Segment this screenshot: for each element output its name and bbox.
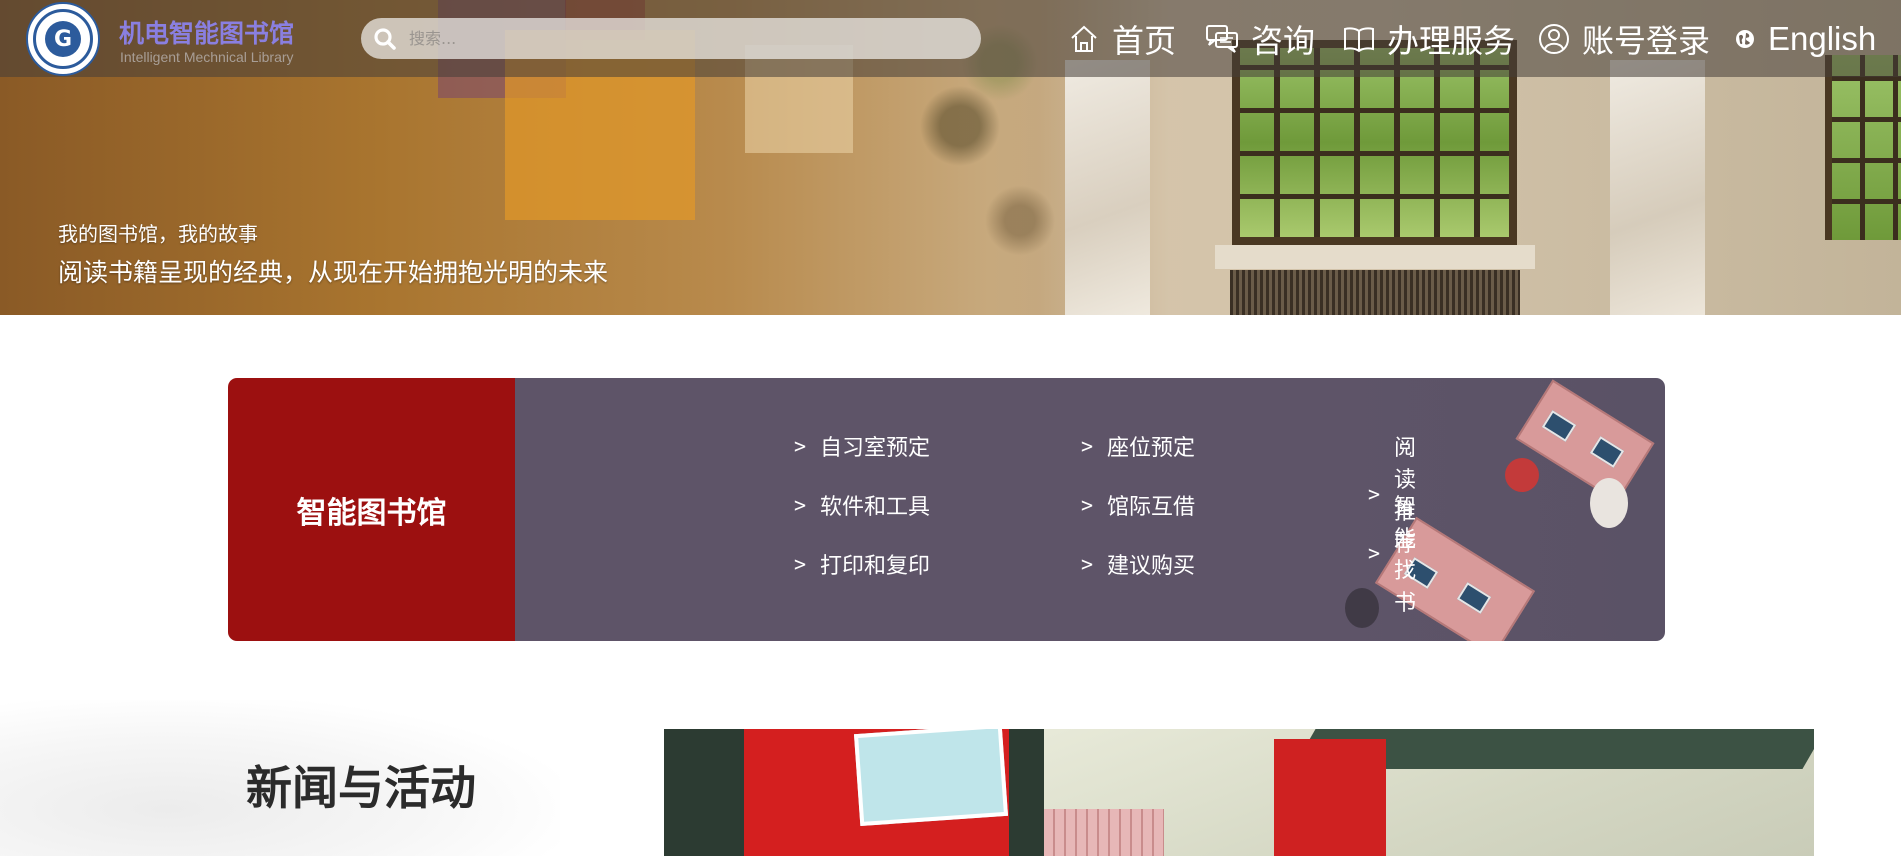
search-bar — [361, 18, 981, 59]
link-study-room-booking[interactable]: > 自习室预定 — [794, 430, 930, 462]
search-icon[interactable] — [361, 18, 409, 59]
brand-name-cn[interactable]: 机电智能图书馆 — [119, 14, 294, 50]
image-shelf-sign — [853, 729, 1009, 827]
logo-emblem-icon: G — [45, 21, 81, 57]
search-input[interactable] — [409, 29, 949, 48]
nav-login[interactable]: 账号登录 — [1538, 14, 1710, 64]
person-illustration — [1590, 478, 1628, 528]
link-software-tools[interactable]: > 软件和工具 — [794, 489, 930, 521]
link-label: 馆际互借 — [1107, 495, 1196, 520]
hero-marble-column — [1610, 60, 1705, 315]
link-purchase-suggestion[interactable]: > 建议购买 — [1081, 548, 1195, 580]
hero-window-sill — [1215, 245, 1535, 269]
nav-login-label: 账号登录 — [1582, 22, 1711, 60]
link-label: 自习室预定 — [820, 436, 931, 461]
news-featured-image[interactable] — [664, 729, 1814, 856]
link-print-copy[interactable]: > 打印和复印 — [794, 548, 930, 580]
nav-consult-label: 咨询 — [1251, 22, 1316, 60]
hero-subtitle: 我的图书馆，我的故事 — [58, 222, 258, 246]
logo-ring: G — [33, 9, 93, 69]
hero-radiator-grille — [1230, 270, 1520, 315]
link-label: 座位预定 — [1107, 436, 1196, 461]
nav-home-label: 首页 — [1112, 22, 1177, 60]
home-icon — [1068, 23, 1100, 55]
globe-icon — [1734, 28, 1756, 50]
link-interlibrary-loan[interactable]: > 馆际互借 — [1081, 489, 1195, 521]
nav-home[interactable]: 首页 — [1068, 14, 1176, 64]
user-account-icon — [1538, 23, 1570, 55]
smart-library-panel: 智能图书馆 > 自习室预定 > 座位预定 > 阅读推荐 > 软件和工具 > 馆际… — [228, 378, 1665, 641]
link-label: 打印和复印 — [820, 554, 931, 579]
image-red-bookshelf — [1274, 739, 1386, 856]
link-label: 建议购买 — [1107, 554, 1196, 579]
nav-language-label: English — [1768, 20, 1877, 57]
smart-library-links: > 自习室预定 > 座位预定 > 阅读推荐 > 软件和工具 > 馆际互借 > 智… — [515, 378, 1416, 641]
nav-service-label: 办理服务 — [1387, 22, 1516, 60]
chevron-right-icon: > — [794, 493, 807, 517]
nav-language-english[interactable]: English — [1734, 14, 1876, 64]
link-seat-booking[interactable]: > 座位预定 — [1081, 430, 1195, 462]
chevron-right-icon: > — [1081, 434, 1094, 458]
chair-illustration — [1505, 458, 1539, 492]
chevron-right-icon: > — [794, 434, 807, 458]
nav-consult[interactable]: 咨询 — [1205, 14, 1315, 64]
hero-window-image — [1825, 55, 1901, 240]
news-section-title: 新闻与活动 — [246, 761, 476, 815]
chevron-right-icon: > — [794, 552, 807, 576]
chevron-right-icon: > — [1368, 541, 1381, 565]
top-navigation-bar: G 机电智能图书馆 Intelligent Mechnical Library … — [0, 0, 1901, 77]
link-label: 软件和工具 — [820, 495, 931, 520]
link-label: 智能找书 — [1394, 495, 1417, 616]
link-smart-book-finder[interactable]: > 智能找书 — [1368, 489, 1416, 617]
library-logo[interactable]: G — [26, 2, 100, 76]
chevron-right-icon: > — [1081, 552, 1094, 576]
chat-bubbles-icon — [1205, 24, 1239, 54]
nav-service[interactable]: 办理服务 — [1343, 14, 1515, 64]
hero-title: 阅读书籍呈现的经典，从现在开始拥抱光明的未来 — [58, 258, 609, 287]
brand-name-en: Intelligent Mechnical Library — [120, 49, 294, 65]
open-book-icon — [1343, 25, 1375, 53]
image-books — [1044, 809, 1164, 856]
chevron-right-icon: > — [1081, 493, 1094, 517]
smart-library-heading: 智能图书馆 — [228, 378, 515, 641]
